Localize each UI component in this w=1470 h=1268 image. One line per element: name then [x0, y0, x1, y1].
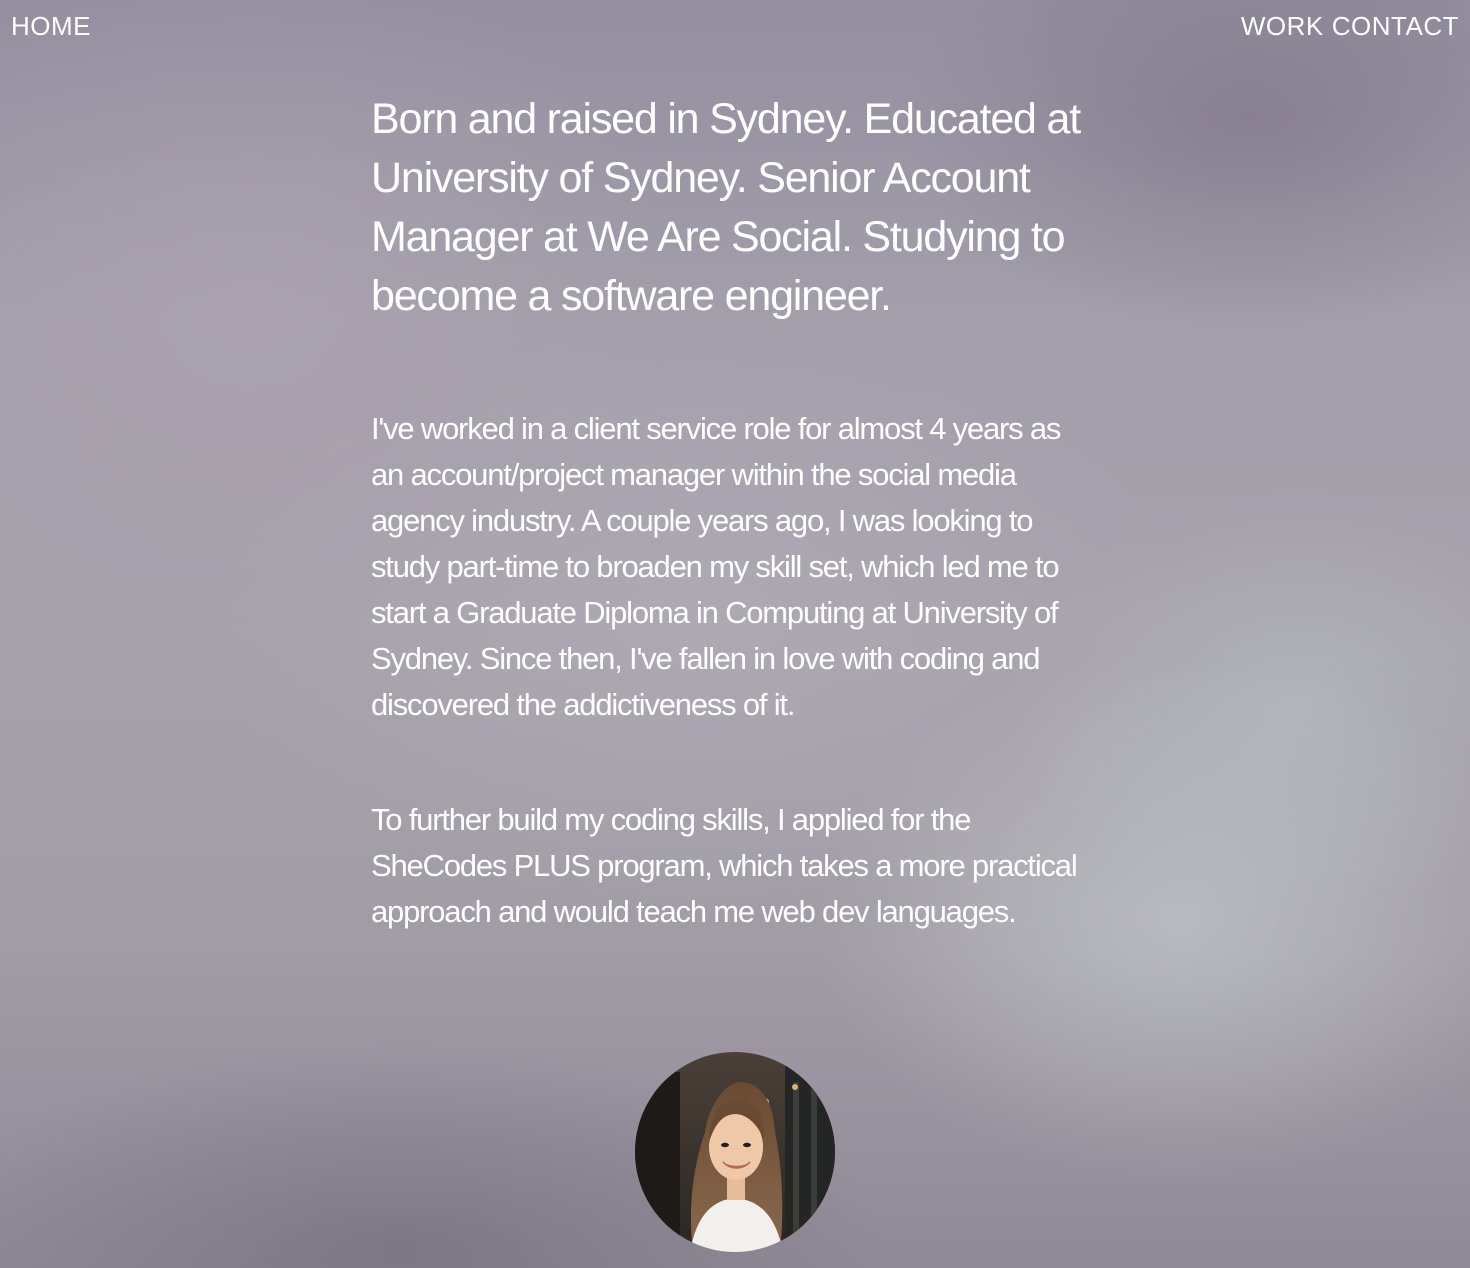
nav-right-links: WORK CONTACT: [1241, 11, 1459, 42]
about-paragraph-1: I've worked in a client service role for…: [371, 411, 1061, 722]
nav-work-link[interactable]: WORK: [1241, 11, 1324, 42]
about-headline: Born and raised in Sydney. Educated at U…: [371, 95, 1081, 320]
about-paragraph-2: To further build my coding skills, I app…: [371, 802, 1078, 929]
nav-home-link[interactable]: HOME: [11, 11, 91, 42]
profile-photo: [635, 1052, 835, 1252]
about-section: Born and raised in Sydney. Educated at U…: [371, 90, 1096, 935]
avatar: [635, 1052, 835, 1252]
nav-contact-link[interactable]: CONTACT: [1332, 11, 1459, 42]
